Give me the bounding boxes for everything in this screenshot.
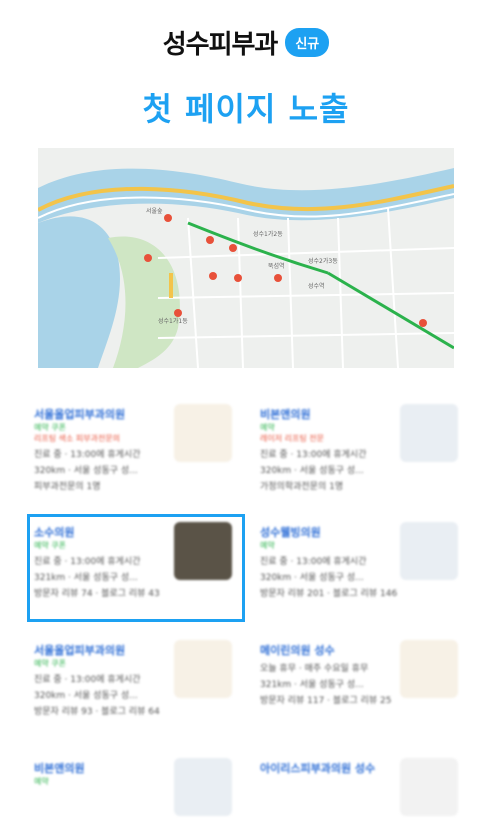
page-title: 성수피부과: [162, 30, 279, 60]
result-thumbnail[interactable]: [400, 758, 458, 816]
result-promo: 레이저 리프팅 전문: [260, 434, 324, 443]
result-extra: 방문자 리뷰 117 · 블로그 리뷰 25: [260, 696, 392, 706]
result-hours: 진료 중 · 13:00에 휴게시간: [34, 450, 141, 460]
result-hours: 오늘 휴무 · 매주 수요일 휴무: [260, 664, 369, 674]
result-card[interactable]: 아이리스피부과의원 성수: [252, 752, 466, 824]
map-canvas: 서울숲 성수1가2동 성수2가3동 성수1가1동 뚝섬역 성수역: [38, 148, 454, 368]
result-address: 320km · 서울 성동구 성...: [260, 573, 364, 583]
result-card[interactable]: 비본앤의원 예약 레이저 리프팅 전문 진료 중 · 13:00에 휴게시간 3…: [252, 398, 466, 502]
result-tags: 예약: [260, 541, 275, 550]
result-promo: 리프팅 색소 피부과전문의: [34, 434, 121, 443]
result-name[interactable]: 비본앤의원: [260, 406, 400, 422]
map-label: 서울숲: [146, 207, 163, 215]
map-view[interactable]: 서울숲 성수1가2동 성수2가3동 성수1가1동 뚝섬역 성수역: [38, 148, 454, 368]
result-thumbnail[interactable]: [174, 758, 232, 816]
result-thumbnail[interactable]: [400, 404, 458, 462]
result-hours: 진료 중 · 13:00에 휴게시간: [260, 557, 367, 567]
result-tags: 예약: [260, 423, 275, 432]
result-extra: 방문자 리뷰 93 · 블로그 리뷰 64: [34, 707, 160, 717]
result-name[interactable]: 아이리스피부과의원 성수: [260, 760, 400, 776]
highlight-box: [27, 514, 245, 622]
result-extra: 방문자 리뷰 201 · 블로그 리뷰 146: [260, 589, 398, 599]
result-card[interactable]: 메이린의원 성수 오늘 휴무 · 매주 수요일 휴무 321km · 서울 성동…: [252, 634, 466, 738]
result-card[interactable]: 성수웰빙의원 예약 진료 중 · 13:00에 휴게시간 320km · 서울 …: [252, 516, 466, 620]
header: 성수피부과 신규: [0, 24, 492, 61]
result-name[interactable]: 서울올업피부과의원: [34, 406, 174, 422]
result-hours: 진료 중 · 13:00에 휴게시간: [34, 675, 141, 685]
map-label: 뚝섬역: [268, 262, 285, 270]
result-name[interactable]: 성수웰빙의원: [260, 524, 400, 540]
map-label: 성수1가1동: [158, 317, 188, 325]
result-address: 321km · 서울 성동구 성...: [260, 680, 364, 690]
result-name[interactable]: 비본앤의원: [34, 760, 174, 776]
result-thumbnail[interactable]: [174, 404, 232, 462]
result-card[interactable]: 비본앤의원 예약: [26, 752, 240, 824]
result-card[interactable]: 서울올업피부과의원 예약 쿠폰 진료 중 · 13:00에 휴게시간 320km…: [26, 634, 240, 738]
result-thumbnail[interactable]: [400, 522, 458, 580]
result-tags: 예약 쿠폰: [34, 659, 66, 668]
new-badge: 신규: [285, 28, 330, 57]
result-tags: 예약: [34, 777, 49, 786]
result-card[interactable]: 서울올업피부과의원 예약 쿠폰 리프팅 색소 피부과전문의 진료 중 · 13:…: [26, 398, 240, 502]
map-label: 성수2가3동: [308, 257, 338, 265]
result-thumbnail[interactable]: [174, 640, 232, 698]
result-address: 320km · 서울 성동구 성...: [34, 466, 138, 476]
map-label: 성수역: [308, 282, 325, 290]
result-tags: 예약 쿠폰: [34, 423, 66, 432]
result-address: 320km · 서울 성동구 성...: [34, 691, 138, 701]
map-label: 성수1가2동: [253, 230, 283, 238]
result-extra: 피부과전문의 1명: [34, 482, 101, 492]
result-name[interactable]: 메이린의원 성수: [260, 642, 400, 658]
result-name[interactable]: 서울올업피부과의원: [34, 642, 174, 658]
result-hours: 진료 중 · 13:00에 휴게시간: [260, 450, 367, 460]
headline: 첫 페이지 노출: [142, 90, 350, 128]
result-address: 320km · 서울 성동구 성...: [260, 466, 364, 476]
result-thumbnail[interactable]: [400, 640, 458, 698]
result-extra: 가정의학과전문의 1명: [260, 482, 344, 492]
